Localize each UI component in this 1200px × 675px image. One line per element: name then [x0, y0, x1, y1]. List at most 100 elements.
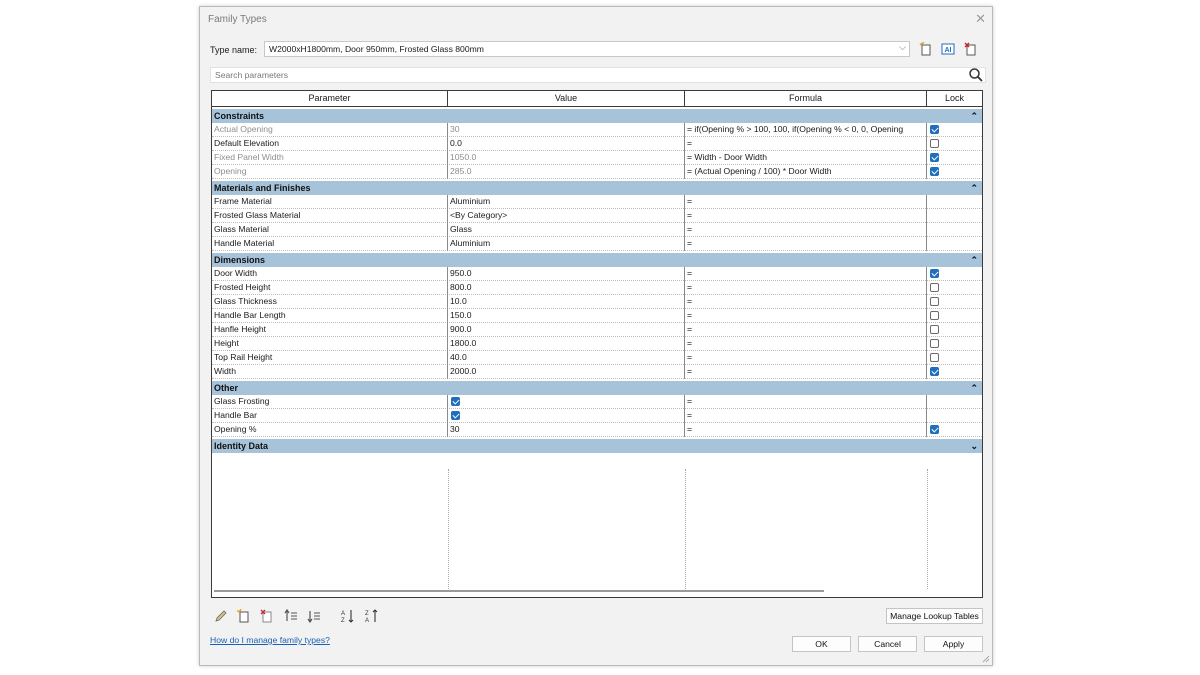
parameter-row[interactable]: Width 2000.0 = [212, 365, 982, 379]
parameter-formula[interactable]: = [685, 337, 927, 351]
parameter-row[interactable]: Height 1800.0 = [212, 337, 982, 351]
parameter-formula[interactable]: = (Actual Opening / 100) * Door Width [685, 165, 927, 179]
lock-checkbox[interactable] [930, 339, 939, 348]
parameter-value[interactable]: 2000.0 [448, 365, 685, 379]
move-down-icon[interactable] [307, 609, 321, 623]
parameter-row[interactable]: Glass Frosting = [212, 395, 982, 409]
close-icon[interactable]: ✕ [975, 11, 986, 27]
parameter-formula[interactable]: = [685, 223, 927, 237]
parameter-row[interactable]: Handle Bar = [212, 409, 982, 423]
parameter-formula[interactable]: = [685, 137, 927, 151]
group-header-constraints[interactable]: Constraints ⌃ [212, 109, 982, 123]
parameter-formula[interactable]: = [685, 409, 927, 423]
parameter-row[interactable]: Hanfle Height 900.0 = [212, 323, 982, 337]
parameter-value[interactable]: 30 [448, 123, 685, 137]
lock-checkbox[interactable] [930, 425, 939, 434]
parameter-row[interactable]: Fixed Panel Width 1050.0 = Width - Door Wi… [212, 151, 982, 165]
manage-lookup-tables-button[interactable]: Manage Lookup Tables [886, 608, 983, 624]
delete-type-icon[interactable] [964, 42, 978, 56]
lock-checkbox[interactable] [930, 325, 939, 334]
rename-type-icon[interactable]: AI [941, 42, 955, 56]
search-icon[interactable] [968, 67, 984, 83]
resize-grip-icon[interactable] [982, 655, 990, 663]
parameter-formula[interactable]: = [685, 309, 927, 323]
value-checkbox[interactable] [451, 397, 460, 406]
search-parameters-input[interactable]: Search parameters [210, 67, 986, 83]
parameter-formula[interactable]: = [685, 351, 927, 365]
parameter-formula[interactable]: = [685, 267, 927, 281]
parameter-formula[interactable]: = [685, 209, 927, 223]
lock-checkbox[interactable] [930, 153, 939, 162]
pencil-icon[interactable] [214, 609, 228, 623]
parameter-value[interactable]: 800.0 [448, 281, 685, 295]
help-link[interactable]: How do I manage family types? [210, 635, 330, 645]
collapse-icon[interactable]: ⌃ [970, 253, 978, 267]
column-header-parameter[interactable]: Parameter [212, 91, 448, 107]
parameter-row[interactable]: Handle Material Aluminium = [212, 237, 982, 251]
parameter-value[interactable]: 150.0 [448, 309, 685, 323]
parameter-row[interactable]: Opening % 30 = [212, 423, 982, 437]
sort-descending-icon[interactable]: Z A [365, 609, 379, 623]
parameter-row[interactable]: Door Width 950.0 = [212, 267, 982, 281]
group-header-dimensions[interactable]: Dimensions ⌃ [212, 253, 982, 267]
parameter-row[interactable]: Frosted Glass Material <By Category> = [212, 209, 982, 223]
parameter-value[interactable]: 1050.0 [448, 151, 685, 165]
parameter-formula[interactable]: = [685, 423, 927, 437]
parameter-value[interactable]: 1800.0 [448, 337, 685, 351]
parameter-row[interactable]: Default Elevation 0.0 = [212, 137, 982, 151]
parameter-value[interactable]: 285.0 [448, 165, 685, 179]
parameter-row[interactable]: Handle Bar Length 150.0 = [212, 309, 982, 323]
parameter-formula[interactable]: = Width - Door Width [685, 151, 927, 165]
parameter-row[interactable]: Opening 285.0 = (Actual Opening / 100) * D… [212, 165, 982, 179]
parameter-value[interactable]: Glass [448, 223, 685, 237]
parameter-row[interactable]: Frame Material Aluminium = [212, 195, 982, 209]
parameter-row[interactable]: Frosted Height 800.0 = [212, 281, 982, 295]
delete-parameter-icon[interactable] [260, 609, 274, 623]
parameter-value-checkbox-cell[interactable] [448, 395, 685, 409]
group-header-identity-data[interactable]: Identity Data ⌄ [212, 439, 982, 453]
parameter-row[interactable]: Actual Opening 30 = if(Opening % > 100, 10… [212, 123, 982, 137]
lock-checkbox[interactable] [930, 269, 939, 278]
parameter-value[interactable]: <By Category> [448, 209, 685, 223]
parameter-row[interactable]: Top Rail Height 40.0 = [212, 351, 982, 365]
lock-checkbox[interactable] [930, 167, 939, 176]
collapse-icon[interactable]: ⌃ [970, 109, 978, 123]
expand-icon[interactable]: ⌄ [970, 439, 978, 453]
parameter-row[interactable]: Glass Material Glass = [212, 223, 982, 237]
parameter-formula[interactable]: = [685, 323, 927, 337]
lock-checkbox[interactable] [930, 283, 939, 292]
parameter-formula[interactable]: = if(Opening % > 100, 100, if(Opening % … [685, 123, 927, 137]
parameter-row[interactable]: Glass Thickness 10.0 = [212, 295, 982, 309]
parameter-value-checkbox-cell[interactable] [448, 409, 685, 423]
collapse-icon[interactable]: ⌃ [970, 181, 978, 195]
move-up-icon[interactable] [284, 609, 298, 623]
parameter-formula[interactable]: = [685, 281, 927, 295]
column-header-value[interactable]: Value [448, 91, 685, 107]
parameter-formula[interactable]: = [685, 237, 927, 251]
parameter-formula[interactable]: = [685, 365, 927, 379]
parameter-formula[interactable]: = [685, 395, 927, 409]
group-header-materials-and-finishes[interactable]: Materials and Finishes ⌃ [212, 181, 982, 195]
collapse-icon[interactable]: ⌃ [970, 381, 978, 395]
lock-checkbox[interactable] [930, 297, 939, 306]
parameter-value[interactable]: Aluminium [448, 195, 685, 209]
cancel-button[interactable]: Cancel [858, 636, 917, 652]
lock-checkbox[interactable] [930, 139, 939, 148]
lock-checkbox[interactable] [930, 367, 939, 376]
lock-checkbox[interactable] [930, 125, 939, 134]
parameter-value[interactable]: 900.0 [448, 323, 685, 337]
apply-button[interactable]: Apply [924, 636, 983, 652]
horizontal-scrollbar[interactable] [214, 590, 824, 592]
value-checkbox[interactable] [451, 411, 460, 420]
parameter-formula[interactable]: = [685, 295, 927, 309]
ok-button[interactable]: OK [792, 636, 851, 652]
parameter-value[interactable]: 30 [448, 423, 685, 437]
column-header-formula[interactable]: Formula [685, 91, 927, 107]
parameter-value[interactable]: Aluminium [448, 237, 685, 251]
new-parameter-icon[interactable] [237, 609, 251, 623]
column-header-lock[interactable]: Lock [927, 91, 982, 107]
new-type-icon[interactable] [919, 42, 933, 56]
parameter-value[interactable]: 40.0 [448, 351, 685, 365]
lock-checkbox[interactable] [930, 353, 939, 362]
type-name-dropdown[interactable]: W2000xH1800mm, Door 950mm, Frosted Glass… [264, 41, 910, 57]
